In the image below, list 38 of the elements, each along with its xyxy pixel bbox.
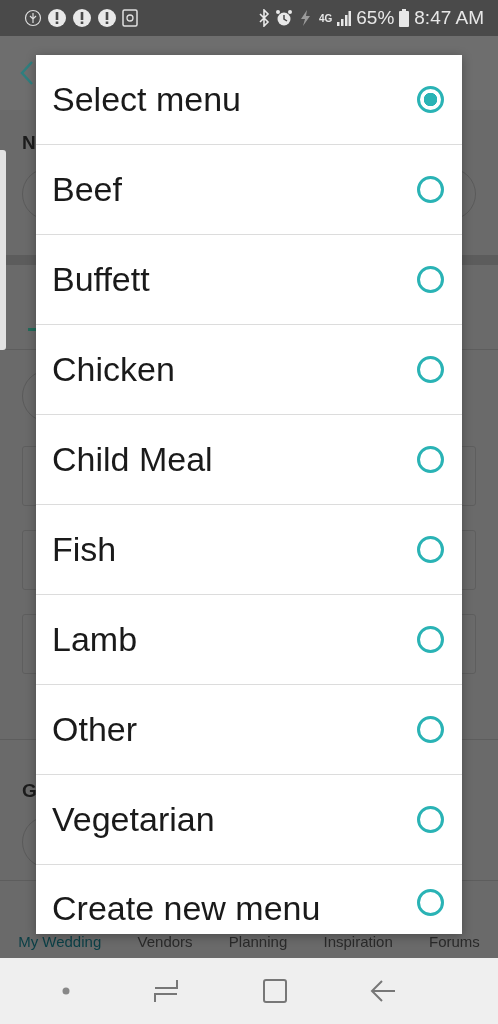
battery-icon (399, 9, 410, 27)
tablet-icon (122, 9, 138, 27)
menu-option[interactable]: Child Meal (36, 415, 462, 505)
radio-button[interactable] (417, 889, 444, 916)
radio-button[interactable] (417, 716, 444, 743)
radio-button[interactable] (417, 356, 444, 383)
section-heading: N (22, 132, 36, 154)
home-icon[interactable] (262, 979, 287, 1003)
alert-icon (72, 8, 92, 28)
menu-option[interactable]: Select menu (36, 55, 462, 145)
menu-option[interactable]: Chicken (36, 325, 462, 415)
clock-time: 8:47 AM (414, 7, 484, 29)
menu-option[interactable]: Lamb (36, 595, 462, 685)
bluetooth-icon (257, 9, 270, 27)
usb-icon (24, 9, 42, 27)
back-icon[interactable] (370, 979, 397, 1003)
alarm-icon (274, 9, 293, 27)
menu-option[interactable]: Fish (36, 505, 462, 595)
menu-option[interactable]: Vegetarian (36, 775, 462, 865)
radio-button[interactable] (417, 626, 444, 653)
radio-button[interactable] (417, 266, 444, 293)
radio-button[interactable] (417, 176, 444, 203)
section-heading: G (22, 780, 37, 802)
menu-option[interactable]: Other (36, 685, 462, 775)
radio-button[interactable] (417, 446, 444, 473)
alert-icon (47, 8, 67, 28)
radio-button[interactable] (417, 536, 444, 563)
menu-option[interactable]: Buffett (36, 235, 462, 325)
battery-percent: 65% (356, 7, 395, 29)
signal-icon (337, 10, 352, 26)
dot-icon[interactable] (61, 987, 70, 995)
menu-option[interactable]: Beef (36, 145, 462, 235)
alert-icon (97, 8, 117, 28)
radio-button[interactable] (417, 806, 444, 833)
recents-icon[interactable] (153, 978, 180, 1004)
network-label: 4G (318, 12, 333, 24)
menu-option[interactable]: Create new menu (36, 865, 462, 934)
radio-button[interactable] (417, 86, 444, 113)
